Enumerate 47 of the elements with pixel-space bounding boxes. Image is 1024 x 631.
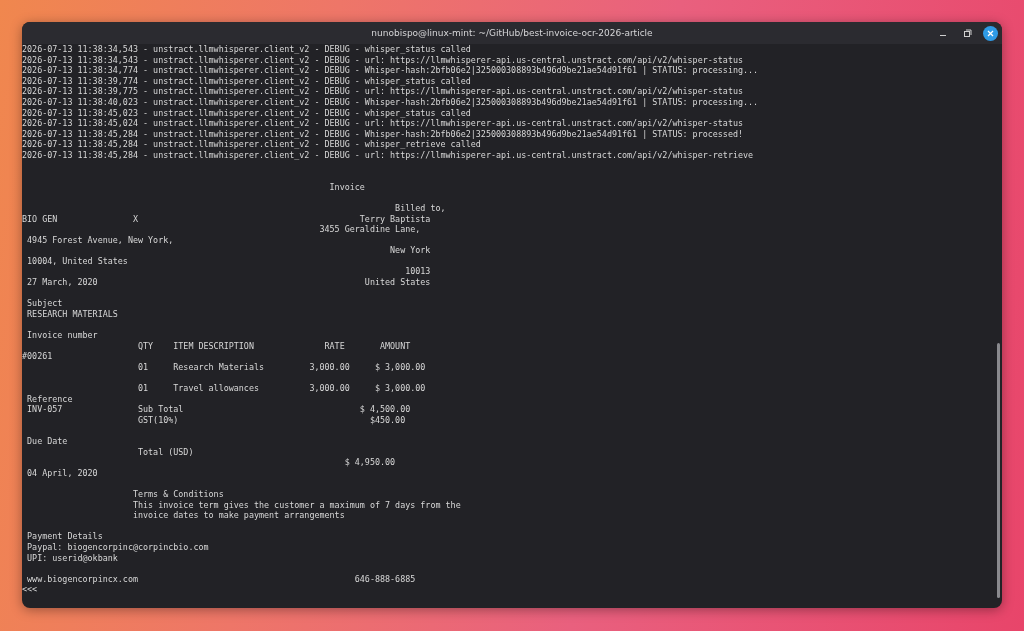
terminal-line: Payment Details — [26, 531, 104, 542]
terminal-line: 2026-07-13 11:38:40,023 - unstract.llmwhisperer.client_v2 - DEBUG - Whisper-hash:2bfb06e2|325000308893b496d9be21ae54d91f61 | STATUS: processing... — [22, 96, 760, 108]
terminal-line: 2026-07-13 11:38:45,284 - unstract.llmwhisperer.client_v2 - DEBUG - whisper_retrieve called — [22, 139, 482, 150]
terminal-line: 2026-07-13 11:38:39,775 - unstract.llmwhisperer.client_v2 - DEBUG - url: https://llmwhisperer-api.us-central.unstract.com/api/v2/whisper-status — [22, 86, 745, 97]
terminal-line: Billed to, — [394, 202, 447, 214]
terminal-line: 2026-07-13 11:38:34,543 - unstract.llmwhisperer.client_v2 - DEBUG - url: https://llmwhisperer-api.us-central.unstract.com/api/v2/whisper-status — [22, 54, 745, 66]
terminal-line: <<< — [22, 584, 39, 595]
terminal-line: Reference — [26, 393, 74, 405]
terminal-line: Total (USD) — [136, 446, 195, 458]
close-icon — [987, 29, 994, 37]
terminal-line: New York — [389, 245, 432, 256]
terminal-line: 2026-07-13 11:38:39,774 - unstract.llmwhisperer.client_v2 - DEBUG - whisper_status called — [22, 75, 472, 87]
terminal-line: 01 Travel allowances 3,000.00 $ 3,000.00 — [136, 383, 427, 394]
terminal-line: 2026-07-13 11:38:45,024 - unstract.llmwhisperer.client_v2 - DEBUG - url: https://llmwhisperer-api.us-central.unstract.com/api/v2/whisper-status — [22, 118, 745, 129]
scrollbar-thumb[interactable] — [997, 343, 1000, 598]
terminal-line: INV-057 Sub Total $ 4,500.00 — [26, 404, 412, 415]
terminal-line: 01 Research Materials 3,000.00 $ 3,000.00 — [136, 361, 427, 373]
terminal-line: 10013 — [404, 266, 432, 278]
terminal-line: 2026-07-13 11:38:45,023 - unstract.llmwhisperer.client_v2 - DEBUG - whisper_status called — [22, 107, 472, 119]
terminal-line: 3455 Geraldine Lane, — [318, 224, 422, 235]
terminal-line: 27 March, 2020 United States — [26, 277, 432, 288]
terminal-line: GST(10%) $450.00 — [136, 414, 407, 426]
terminal-line: $ 4,950.00 — [343, 457, 397, 468]
terminal-line: Paypal: biogencorpinc@corpincbio.com — [26, 541, 210, 553]
terminal-line: www.biogencorpincx.com 646-888-6885 — [26, 573, 417, 585]
terminal-line: Invoice — [328, 181, 366, 193]
terminal-line: Subject — [26, 298, 64, 309]
terminal-line: 10004, United States — [26, 255, 129, 267]
terminal-line: 2026-07-13 11:38:45,284 - unstract.llmwhisperer.client_v2 - DEBUG - Whisper-hash:2bfb06e2|325000308893b496d9be21ae54d91f61 | STATUS: processed! — [22, 128, 745, 140]
maximize-icon — [962, 28, 972, 38]
terminal-line: QTY ITEM DESCRIPTION RATE AMOUNT — [136, 340, 412, 352]
terminal-line: 4945 Forest Avenue, New York, — [26, 234, 175, 246]
close-button[interactable] — [983, 25, 998, 41]
terminal-line: UPI: userid@okbank — [26, 552, 119, 564]
terminal-line: #00261 — [22, 351, 54, 362]
terminal-line: BIO GEN X Terry Baptista — [22, 213, 432, 225]
terminal-line: Due Date — [26, 435, 69, 447]
terminal-line: 2026-07-13 11:38:34,774 - unstract.llmwhisperer.client_v2 - DEBUG - Whisper-hash:2bfb06e2|325000308893b496d9be21ae54d91f61 | STATUS: processing... — [22, 65, 760, 76]
terminal-line: 2026-07-13 11:38:45,284 - unstract.llmwhisperer.client_v2 - DEBUG - url: https://llmwhisperer-api.us-central.unstract.com/api/v2/whisper-retrieve — [22, 149, 755, 161]
terminal-line: invoice dates to make payment arrangements — [131, 510, 346, 521]
terminal-line: 2026-07-13 11:38:34,543 - unstract.llmwhisperer.client_v2 - DEBUG - whisper_status called — [22, 44, 472, 55]
window-title: nunobispo@linux-mint: ~/GitHub/best-invoice-ocr-2026-article — [371, 28, 653, 38]
terminal-line: This invoice term gives the customer a maximum of 7 days from the — [131, 499, 462, 511]
terminal-line: 04 April, 2020 — [26, 467, 99, 479]
terminal-line: Terms & Conditions — [131, 488, 225, 500]
terminal-line: Invoice number — [26, 330, 99, 341]
terminal-line: RESEARCH MATERIALS — [26, 308, 119, 320]
